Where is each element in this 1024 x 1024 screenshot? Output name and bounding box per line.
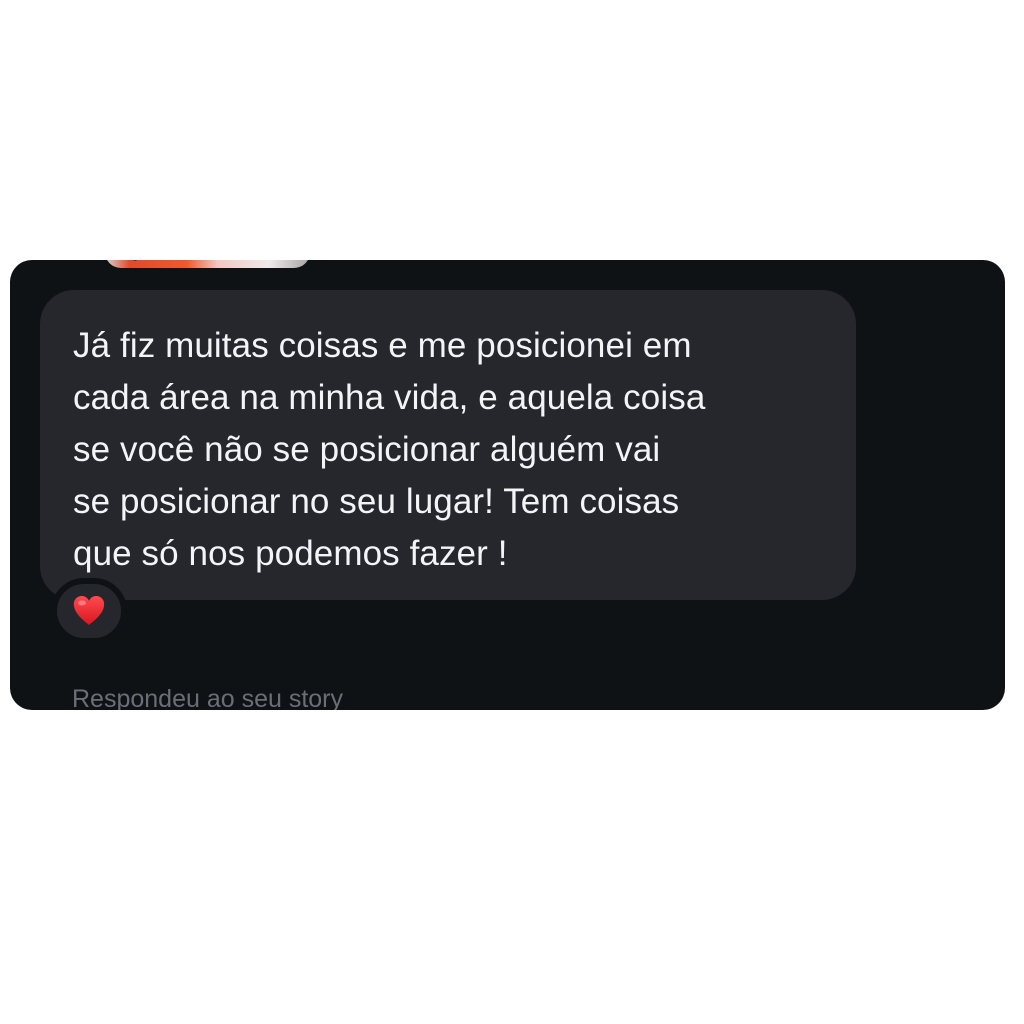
story-reply-label: Respondeu ao seu story [72, 685, 344, 710]
message-text: Já fiz muitas coisas e me posicionei em … [73, 326, 706, 573]
heart-icon [73, 596, 105, 625]
story-thumbnail-indicator [132, 260, 138, 261]
story-thumbnail[interactable] [105, 260, 310, 268]
chat-screenshot-card: Já fiz muitas coisas e me posicionei em … [10, 260, 1005, 710]
reaction-badge[interactable] [51, 578, 127, 644]
message-bubble[interactable]: Já fiz muitas coisas e me posicionei em … [40, 290, 856, 600]
